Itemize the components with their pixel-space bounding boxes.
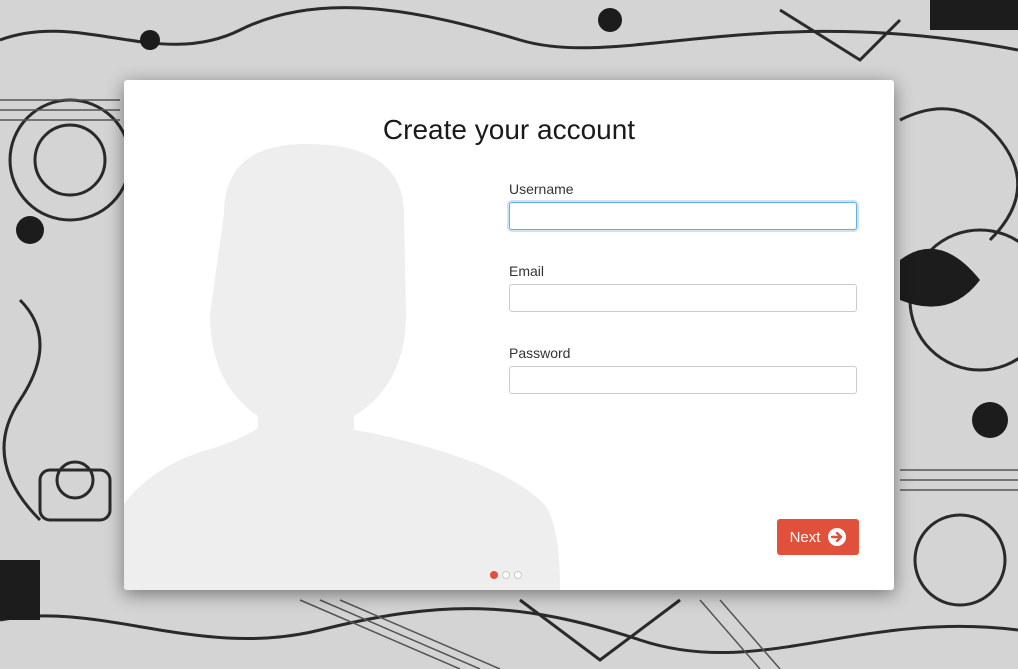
password-input[interactable]: [509, 366, 857, 394]
step-dot-1[interactable]: [490, 571, 498, 579]
username-input[interactable]: [509, 202, 857, 230]
create-account-dialog: Create your account Username Email Passw…: [124, 80, 894, 590]
dialog-title: Create your account: [382, 114, 636, 145]
password-label: Password: [509, 345, 571, 361]
step-dot-3[interactable]: [514, 571, 522, 579]
avatar-placeholder-icon: [124, 144, 560, 590]
step-indicator: [490, 571, 522, 579]
next-button[interactable]: Next: [777, 519, 859, 555]
arrow-right-icon: [828, 528, 847, 546]
next-button-label: Next: [789, 528, 821, 546]
email-label: Email: [509, 263, 545, 279]
username-label: Username: [509, 181, 574, 197]
step-dot-2[interactable]: [502, 571, 510, 579]
email-input[interactable]: [509, 284, 857, 312]
